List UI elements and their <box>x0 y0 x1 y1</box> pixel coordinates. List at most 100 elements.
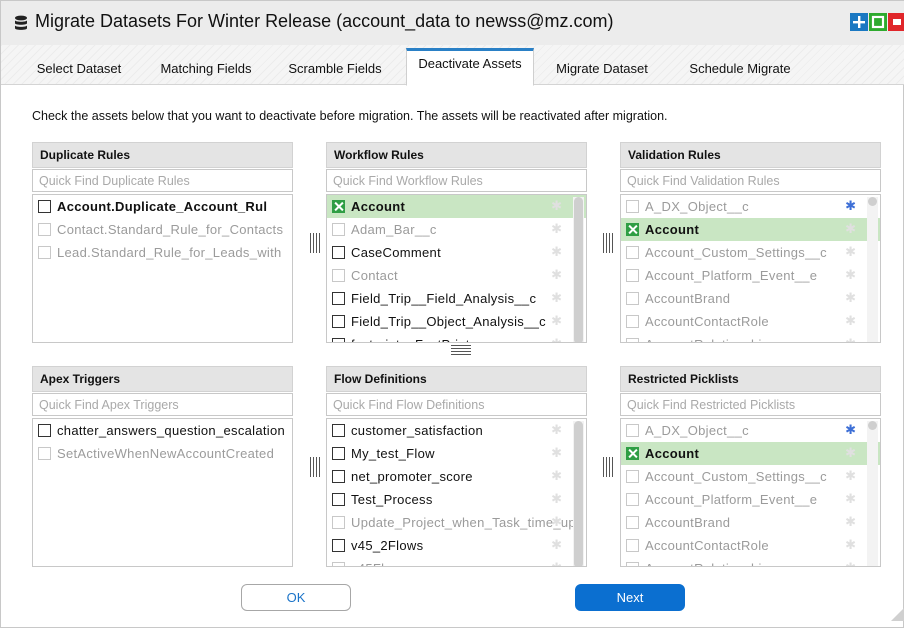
checkbox[interactable] <box>332 223 345 236</box>
list-item[interactable]: CaseComment ✱ <box>327 241 586 264</box>
checkbox[interactable] <box>626 223 639 236</box>
list-item[interactable]: Account.Duplicate_Account_Rul <box>33 195 292 218</box>
tab-select-dataset[interactable]: Select Dataset <box>20 54 138 85</box>
list-item[interactable]: Field_Trip__Object_Analysis__c ✱ <box>327 310 586 333</box>
list-item[interactable]: AccountContactRole ✱ <box>621 310 880 333</box>
checkbox[interactable] <box>626 470 639 483</box>
checkbox[interactable] <box>332 470 345 483</box>
checkbox[interactable] <box>38 223 51 236</box>
tab-scramble-fields[interactable]: Scramble Fields <box>274 54 396 85</box>
list-item[interactable]: Account_Platform_Event__e ✱ <box>621 488 880 511</box>
checkbox[interactable] <box>332 292 345 305</box>
tab-matching-fields[interactable]: Matching Fields <box>147 54 265 85</box>
list-item[interactable]: Account_Custom_Settings__c ✱ <box>621 241 880 264</box>
flow-definitions-search-input[interactable] <box>326 393 587 416</box>
workflow-rules-list[interactable]: Account ✱ Adam_Bar__c ✱ CaseComment ✱ Contact ✱… <box>326 194 587 343</box>
list-item[interactable]: AccountBrand ✱ <box>621 511 880 534</box>
checkbox[interactable] <box>38 447 51 460</box>
restricted-picklists-search-input[interactable] <box>620 393 881 416</box>
list-item[interactable]: Contact ✱ <box>327 264 586 287</box>
list-item[interactable]: AccountBrand ✱ <box>621 287 880 310</box>
checkbox[interactable] <box>332 200 345 213</box>
checkbox[interactable] <box>626 292 639 305</box>
validation-rules-list[interactable]: A_DX_Object__c ✱ Account ✱ Account_Custom_Se… <box>620 194 881 343</box>
checkbox[interactable] <box>626 424 639 437</box>
checkbox[interactable] <box>38 246 51 259</box>
tab-migrate-dataset[interactable]: Migrate Dataset <box>541 54 663 85</box>
apex-triggers-search-input[interactable] <box>32 393 293 416</box>
checkbox[interactable] <box>332 269 345 282</box>
checkbox[interactable] <box>332 539 345 552</box>
list-item[interactable]: Adam_Bar__c ✱ <box>327 218 586 241</box>
list-item[interactable]: net_promoter_score ✱ <box>327 465 586 488</box>
apex-triggers-list[interactable]: chatter_answers_question_escalation SetAc… <box>32 418 293 567</box>
list-item[interactable]: AccountRelationship ✱ <box>621 333 880 342</box>
checkbox[interactable] <box>38 200 51 213</box>
checkbox[interactable] <box>332 493 345 506</box>
ok-button[interactable]: OK <box>241 584 351 611</box>
list-item[interactable]: Account_Custom_Settings__c ✱ <box>621 465 880 488</box>
scrollbar[interactable] <box>573 421 584 566</box>
list-item[interactable]: Account ✱ <box>327 195 586 218</box>
tab-deactivate-assets[interactable]: Deactivate Assets <box>406 48 534 86</box>
flow-definitions-list[interactable]: customer_satisfaction ✱ My_test_Flow ✱ net_p… <box>326 418 587 567</box>
duplicate-rules-list[interactable]: Account.Duplicate_Account_Rul Contact.Sta… <box>32 194 293 343</box>
add-icon[interactable] <box>850 13 868 31</box>
tab-schedule-migrate[interactable]: Schedule Migrate <box>672 54 808 85</box>
checkbox[interactable] <box>626 246 639 259</box>
list-item[interactable]: Account ✱ <box>621 442 880 465</box>
list-item[interactable]: AccountRelationship ✱ <box>621 557 880 566</box>
checkbox[interactable] <box>626 516 639 529</box>
checkbox[interactable] <box>332 338 345 342</box>
duplicate-rules-search-input[interactable] <box>32 169 293 192</box>
maximize-icon[interactable] <box>869 13 887 31</box>
checkbox[interactable] <box>332 562 345 566</box>
checkbox[interactable] <box>626 315 639 328</box>
list-item[interactable]: factorint__FactPrint__c ✱ <box>327 333 586 342</box>
list-item[interactable]: Update_Project_when_Task_time_up ✱ <box>327 511 586 534</box>
scrollbar-thumb[interactable] <box>868 421 877 430</box>
splitter-handle[interactable] <box>603 457 613 477</box>
list-item[interactable]: v45_2Flows ✱ <box>327 534 586 557</box>
resize-grip-icon[interactable] <box>889 605 904 621</box>
checkbox[interactable] <box>626 338 639 342</box>
list-item[interactable]: chatter_answers_question_escalation <box>33 419 292 442</box>
splitter-handle[interactable] <box>310 457 320 477</box>
checkbox[interactable] <box>626 447 639 460</box>
workflow-rules-search-input[interactable] <box>326 169 587 192</box>
splitter-handle[interactable] <box>451 345 471 355</box>
list-item[interactable]: Account_Platform_Event__e ✱ <box>621 264 880 287</box>
checkbox[interactable] <box>626 493 639 506</box>
close-icon[interactable] <box>888 13 904 31</box>
checkbox[interactable] <box>332 516 345 529</box>
checkbox[interactable] <box>332 315 345 328</box>
validation-rules-search-input[interactable] <box>620 169 881 192</box>
list-item[interactable]: v45Flow ✱ <box>327 557 586 566</box>
scrollbar-thumb[interactable] <box>868 197 877 206</box>
list-item[interactable]: A_DX_Object__c ✱ <box>621 419 880 442</box>
scrollbar[interactable] <box>867 197 878 342</box>
next-button[interactable]: Next <box>575 584 685 611</box>
scrollbar-thumb[interactable] <box>574 421 583 566</box>
list-item[interactable]: Account ✱ <box>621 218 880 241</box>
list-item[interactable]: Contact.Standard_Rule_for_Contacts <box>33 218 292 241</box>
list-item[interactable]: Lead.Standard_Rule_for_Leads_with <box>33 241 292 264</box>
splitter-handle[interactable] <box>603 233 613 253</box>
list-item[interactable]: My_test_Flow ✱ <box>327 442 586 465</box>
checkbox[interactable] <box>626 200 639 213</box>
restricted-picklists-list[interactable]: A_DX_Object__c ✱ Account ✱ Account_Custom_Se… <box>620 418 881 567</box>
list-item[interactable]: Test_Process ✱ <box>327 488 586 511</box>
list-item[interactable]: Field_Trip__Field_Analysis__c ✱ <box>327 287 586 310</box>
list-item[interactable]: customer_satisfaction ✱ <box>327 419 586 442</box>
scrollbar-thumb[interactable] <box>574 197 583 342</box>
checkbox[interactable] <box>332 424 345 437</box>
checkbox[interactable] <box>332 447 345 460</box>
scrollbar[interactable] <box>867 421 878 566</box>
list-item[interactable]: A_DX_Object__c ✱ <box>621 195 880 218</box>
checkbox[interactable] <box>38 424 51 437</box>
splitter-handle[interactable] <box>310 233 320 253</box>
scrollbar[interactable] <box>573 197 584 342</box>
checkbox[interactable] <box>332 246 345 259</box>
checkbox[interactable] <box>626 539 639 552</box>
list-item[interactable]: AccountContactRole ✱ <box>621 534 880 557</box>
